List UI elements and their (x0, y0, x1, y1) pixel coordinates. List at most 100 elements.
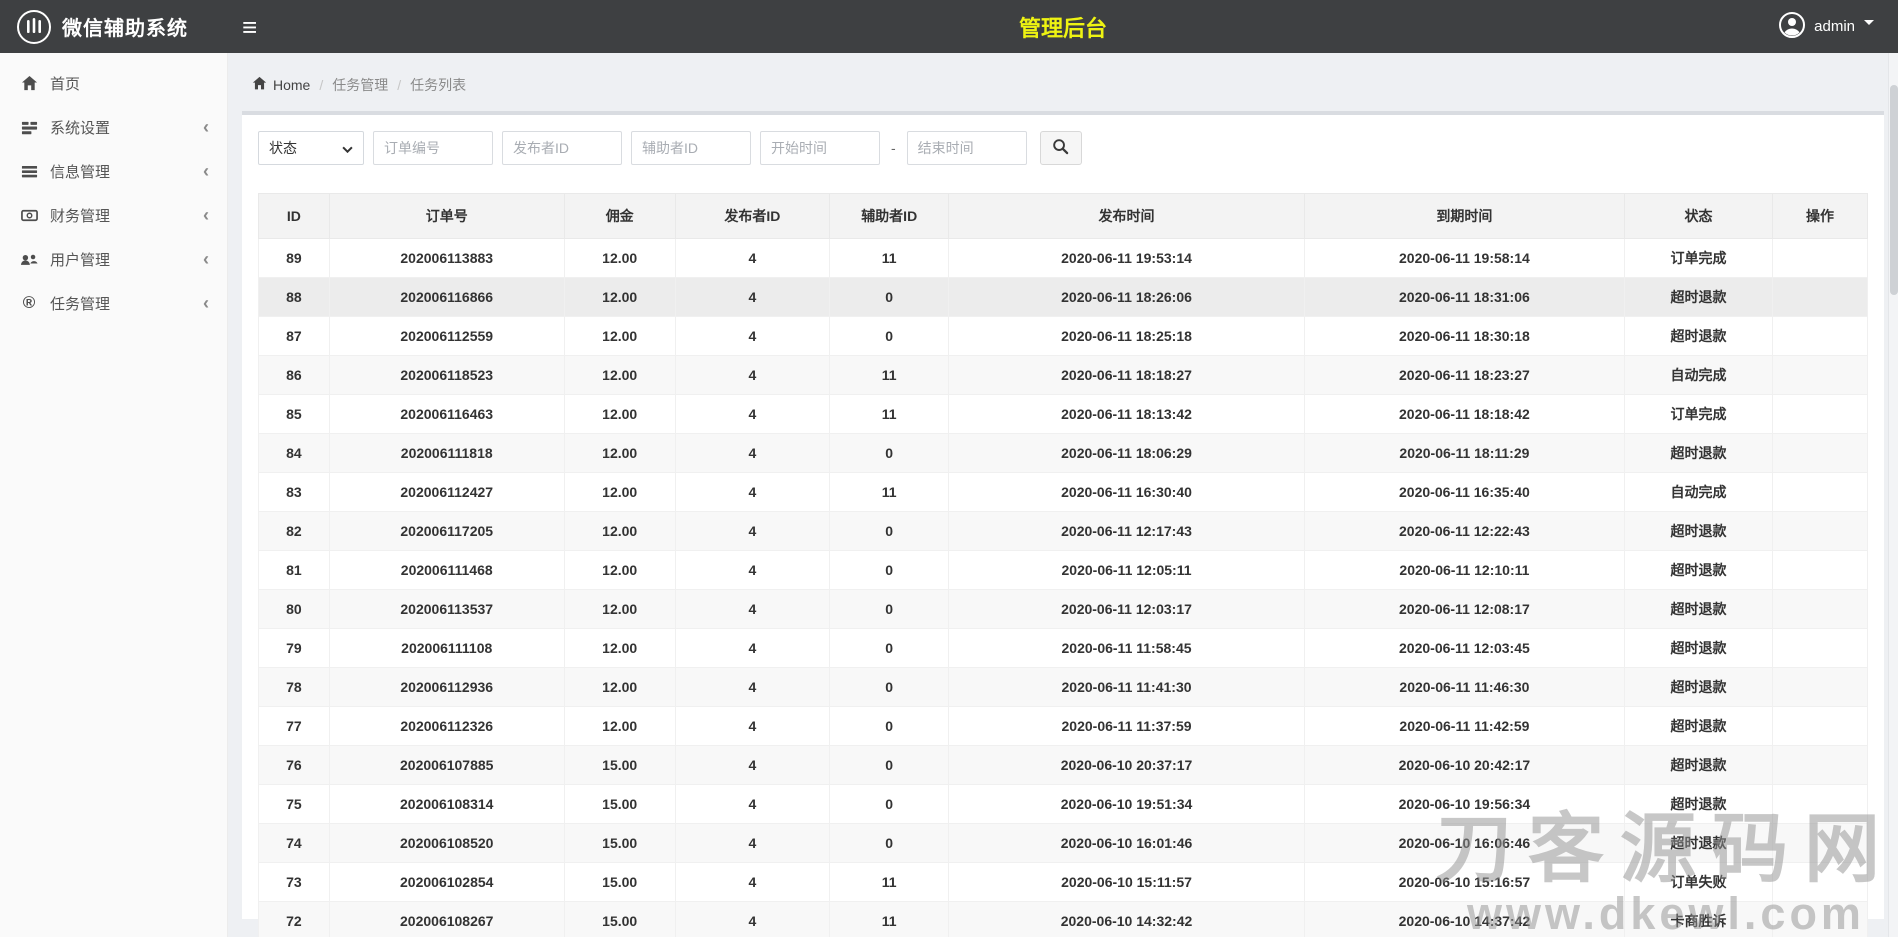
table-cell (1773, 902, 1868, 937)
table-cell: 4 (675, 785, 829, 824)
table-cell: 77 (259, 707, 330, 746)
sidebar-item-user-management[interactable]: 用户管理 ‹ (0, 237, 227, 281)
table-cell: 81 (259, 551, 330, 590)
table-row[interactable]: 7720200611232612.00402020-06-11 11:37:59… (259, 707, 1868, 746)
table-cell: 4 (675, 902, 829, 937)
table-cell: 15.00 (564, 746, 675, 785)
end-time-input[interactable] (907, 131, 1027, 165)
table-header: ID 订单号 佣金 发布者ID 辅助者ID 发布时间 到期时间 状态 操作 (259, 194, 1868, 239)
table-cell (1773, 863, 1868, 902)
table-cell: 72 (259, 902, 330, 937)
table-row[interactable]: 8220200611720512.00402020-06-11 12:17:43… (259, 512, 1868, 551)
scrollbar-thumb[interactable] (1890, 85, 1898, 295)
table-cell: 11 (830, 473, 949, 512)
table-cell: 2020-06-11 18:23:27 (1304, 356, 1624, 395)
table-cell: 0 (830, 785, 949, 824)
status-select[interactable]: 状态 (258, 131, 364, 165)
table-cell: 2020-06-11 18:18:27 (949, 356, 1305, 395)
table-row[interactable]: 7920200611110812.00402020-06-11 11:58:45… (259, 629, 1868, 668)
table-cell: 83 (259, 473, 330, 512)
table-cell: 超时退款 (1625, 824, 1773, 863)
table-cell: 4 (675, 317, 829, 356)
publisher-id-input[interactable] (502, 131, 622, 165)
table-cell: 2020-06-11 18:25:18 (949, 317, 1305, 356)
sidebar-item-info-management[interactable]: 信息管理 ‹ (0, 149, 227, 193)
table-cell: 4 (675, 512, 829, 551)
table-row[interactable]: 8620200611852312.004112020-06-11 18:18:2… (259, 356, 1868, 395)
home-icon (18, 75, 40, 92)
table-cell: 202006116463 (329, 395, 564, 434)
table-cell: 2020-06-11 18:06:29 (949, 434, 1305, 473)
table-cell: 4 (675, 746, 829, 785)
table-cell: 202006108314 (329, 785, 564, 824)
breadcrumb-item-task-management[interactable]: 任务管理 (332, 75, 388, 95)
table-row[interactable]: 8820200611686612.00402020-06-11 18:26:06… (259, 278, 1868, 317)
table-cell: 4 (675, 629, 829, 668)
sidebar-item-label: 用户管理 (50, 249, 110, 270)
scrollbar-track[interactable] (1888, 53, 1898, 937)
table-cell: 2020-06-10 15:16:57 (1304, 863, 1624, 902)
task-table: ID 订单号 佣金 发布者ID 辅助者ID 发布时间 到期时间 状态 操作 89… (258, 193, 1868, 937)
table-cell: 超时退款 (1625, 629, 1773, 668)
table-row[interactable]: 7520200610831415.00402020-06-10 19:51:34… (259, 785, 1868, 824)
table-cell: 80 (259, 590, 330, 629)
table-cell: 4 (675, 863, 829, 902)
table-cell (1773, 356, 1868, 395)
sidebar-item-system-settings[interactable]: 系统设置 ‹ (0, 105, 227, 149)
table-cell (1773, 317, 1868, 356)
table-cell: 73 (259, 863, 330, 902)
table-row[interactable]: 8420200611181812.00402020-06-11 18:06:29… (259, 434, 1868, 473)
table-cell: 202006113883 (329, 239, 564, 278)
table-cell: 87 (259, 317, 330, 356)
table-cell: 2020-06-11 11:41:30 (949, 668, 1305, 707)
table-cell (1773, 395, 1868, 434)
sidebar-item-home[interactable]: 首页 (0, 61, 227, 105)
date-range-separator: - (891, 140, 896, 156)
sidebar-item-task-management[interactable]: ® 任务管理 ‹ (0, 281, 227, 325)
info-list-icon (18, 163, 40, 180)
table-cell: 超时退款 (1625, 668, 1773, 707)
table-cell: 自动完成 (1625, 356, 1773, 395)
table-row[interactable]: 8320200611242712.004112020-06-11 16:30:4… (259, 473, 1868, 512)
table-cell: 12.00 (564, 395, 675, 434)
table-row[interactable]: 8720200611255912.00402020-06-11 18:25:18… (259, 317, 1868, 356)
col-helper-id: 辅助者ID (830, 194, 949, 239)
chevron-left-icon: ‹ (203, 294, 209, 312)
col-publisher-id: 发布者ID (675, 194, 829, 239)
table-row[interactable]: 7320200610285415.004112020-06-10 15:11:5… (259, 863, 1868, 902)
table-row[interactable]: 7420200610852015.00402020-06-10 16:01:46… (259, 824, 1868, 863)
helper-id-input[interactable] (631, 131, 751, 165)
sidebar-item-finance-management[interactable]: 财务管理 ‹ (0, 193, 227, 237)
table-cell: 2020-06-11 11:42:59 (1304, 707, 1624, 746)
table-row[interactable]: 8120200611146812.00402020-06-11 12:05:11… (259, 551, 1868, 590)
table-row[interactable]: 7820200611293612.00402020-06-11 11:41:30… (259, 668, 1868, 707)
table-cell (1773, 668, 1868, 707)
table-cell: 超时退款 (1625, 434, 1773, 473)
table-cell: 2020-06-10 19:56:34 (1304, 785, 1624, 824)
breadcrumb-home-link[interactable]: Home (252, 76, 310, 94)
table-cell: 2020-06-11 19:53:14 (949, 239, 1305, 278)
table-cell: 12.00 (564, 707, 675, 746)
table-row[interactable]: 8920200611388312.004112020-06-11 19:53:1… (259, 239, 1868, 278)
search-button[interactable] (1040, 131, 1082, 165)
search-icon (1052, 138, 1069, 158)
filter-bar: 状态 - (258, 131, 1868, 165)
table-cell: 75 (259, 785, 330, 824)
table-row[interactable]: 7620200610788515.00402020-06-10 20:37:17… (259, 746, 1868, 785)
table-cell: 15.00 (564, 863, 675, 902)
settings-list-icon (18, 119, 40, 136)
table-row[interactable]: 7220200610826715.004112020-06-10 14:32:4… (259, 902, 1868, 937)
table-cell: 自动完成 (1625, 473, 1773, 512)
sidebar-item-label: 任务管理 (50, 293, 110, 314)
app-brand[interactable]: 微信辅助系统 (0, 9, 228, 45)
start-time-input[interactable] (760, 131, 880, 165)
sidebar-toggle-button[interactable]: ≡ (242, 14, 257, 40)
registered-icon: ® (18, 293, 40, 313)
table-cell: 2020-06-10 16:06:46 (1304, 824, 1624, 863)
order-no-input[interactable] (373, 131, 493, 165)
user-menu[interactable]: admin (1779, 12, 1898, 42)
table-row[interactable]: 8520200611646312.004112020-06-11 18:13:4… (259, 395, 1868, 434)
table-cell: 4 (675, 434, 829, 473)
table-row[interactable]: 8020200611353712.00402020-06-11 12:03:17… (259, 590, 1868, 629)
sidebar-item-label: 信息管理 (50, 161, 110, 182)
